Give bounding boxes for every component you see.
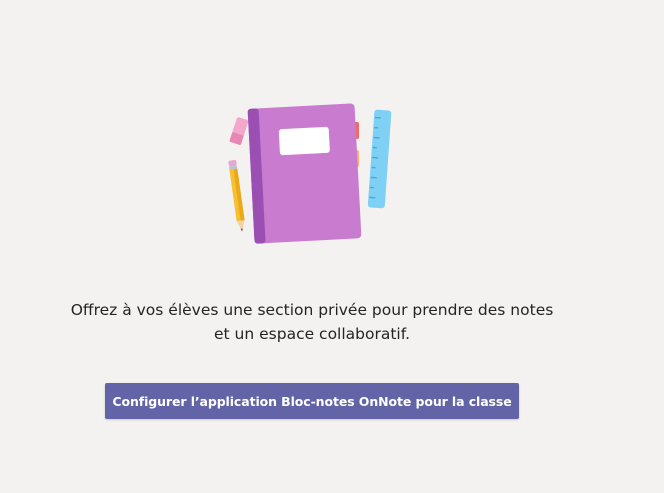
- eraser-icon: [229, 117, 249, 145]
- configure-class-notebook-button[interactable]: Configurer l’application Bloc-notes OnNo…: [105, 383, 519, 419]
- notebook-illustration-icon: [228, 103, 392, 244]
- ruler-icon: [367, 109, 392, 209]
- message-line-1: Offrez à vos élèves une section privée p…: [70, 301, 554, 319]
- onenote-empty-state: Offrez à vos élèves une section privée p…: [0, 0, 664, 493]
- notebook-icon: [247, 103, 362, 244]
- pencil-icon: [228, 160, 245, 232]
- message-line-2: et un espace collaboratif.: [214, 325, 410, 343]
- empty-state-message: Offrez à vos élèves une section privée p…: [0, 298, 624, 346]
